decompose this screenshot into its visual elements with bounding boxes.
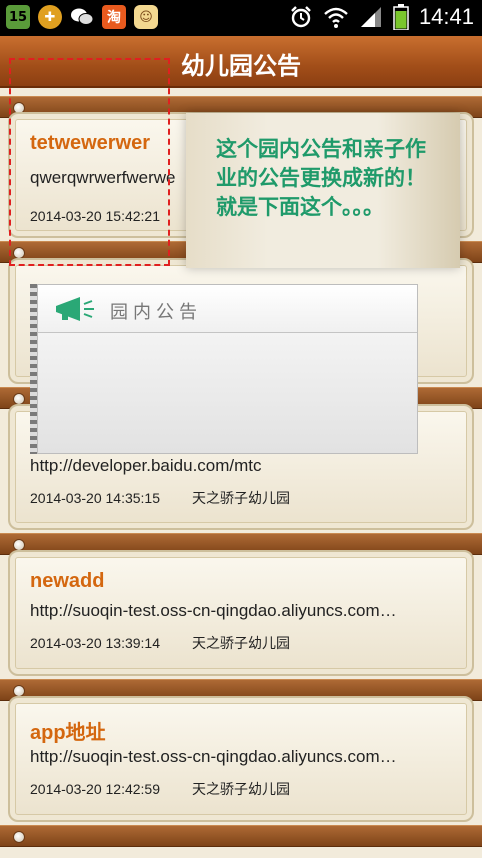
new-notice-panel: 园内公告: [37, 284, 418, 454]
wechat-icon: [70, 5, 94, 29]
notice-desc: http://suoqin-test.oss-cn-qingdao.aliyun…: [30, 601, 397, 620]
rivet-icon: [13, 831, 25, 843]
signal-icon: [360, 7, 381, 27]
notice-title: newadd: [30, 570, 105, 592]
clover-app-icon: ✚: [38, 5, 62, 29]
notice-school: 天之骄子幼儿园: [192, 490, 290, 506]
notice-school: 天之骄子幼儿园: [192, 781, 290, 797]
taobao-icon: 淘: [102, 5, 126, 29]
notice-date: 2014-03-20 13:39:14: [30, 635, 160, 651]
highlight-box: [9, 58, 170, 266]
leather-strap: [0, 825, 482, 847]
notice-title: app地址: [30, 722, 106, 744]
clock: 14:41: [418, 4, 474, 29]
notice-meta: 2014-03-20 13:39:14 天之骄子幼儿园: [30, 633, 290, 653]
panel-header: 园内公告: [38, 285, 417, 333]
notice-desc: http://developer.baidu.com/mtc: [30, 456, 262, 475]
notice-card[interactable]: app地址 http://suoqin-test.oss-cn-qingdao.…: [8, 696, 474, 822]
annotation-text: 这个园内公告和亲子作业的公告更换成新的！就是下面这个。。。: [216, 137, 426, 219]
notice-card[interactable]: newadd http://suoqin-test.oss-cn-qingdao…: [8, 550, 474, 676]
annotation-note: 这个园内公告和亲子作业的公告更换成新的！就是下面这个。。。: [186, 113, 460, 268]
notice-meta: 2014-03-20 12:42:59 天之骄子幼儿园: [30, 779, 290, 799]
notice-date: 2014-03-20 12:42:59: [30, 781, 160, 797]
panel-title: 园内公告: [110, 302, 202, 323]
notice-school: 天之骄子幼儿园: [192, 635, 290, 651]
megaphone-icon: [56, 297, 94, 321]
baby-app-icon: ☺: [134, 5, 158, 29]
notice-meta: 2014-03-20 14:35:15 天之骄子幼儿园: [30, 488, 290, 508]
alarm-icon: [291, 6, 311, 28]
notice-desc: http://suoqin-test.oss-cn-qingdao.aliyun…: [30, 747, 397, 766]
app-notification-icon: 15: [6, 5, 30, 29]
wifi-icon: [324, 7, 348, 28]
notice-date: 2014-03-20 14:35:15: [30, 490, 160, 506]
status-bar: 15 ✚ 淘 ☺ 14:41: [0, 0, 482, 36]
battery-icon: [393, 4, 409, 30]
